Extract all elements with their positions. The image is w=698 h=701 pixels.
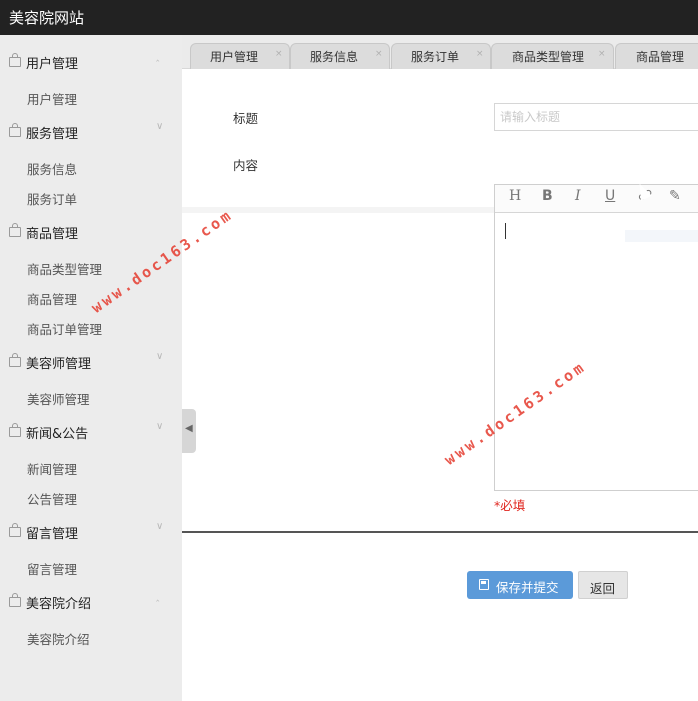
lock-icon bbox=[9, 523, 21, 537]
tab-goods[interactable]: 商品管理 bbox=[615, 43, 698, 69]
chevron-down-icon[interactable]: ∨ bbox=[156, 421, 163, 432]
sidebar-group-message[interactable]: 留言管理 ∨ bbox=[0, 519, 182, 549]
rich-text-editor[interactable]: H B I U ☍ ✎ bbox=[494, 184, 698, 491]
chevron-up-icon[interactable]: ‸ bbox=[156, 51, 159, 62]
sidebar-group-users[interactable]: 用户管理 ‸ bbox=[0, 49, 182, 79]
close-icon[interactable]: × bbox=[598, 49, 606, 59]
lock-icon bbox=[9, 353, 21, 367]
tab-label: 服务订单 bbox=[411, 50, 460, 64]
tab-label: 用户管理 bbox=[210, 50, 259, 64]
sidebar-group-about[interactable]: 美容院介绍 ‸ bbox=[0, 589, 182, 619]
chevron-up-icon[interactable]: ‸ bbox=[156, 591, 159, 602]
tab-goods-type[interactable]: 商品类型管理 × bbox=[491, 43, 614, 69]
top-bar: 美容院网站 bbox=[0, 0, 698, 35]
sidebar-group-label: 服务管理 bbox=[26, 127, 79, 142]
sidebar-group-label: 留言管理 bbox=[26, 527, 79, 542]
sidebar-group-service[interactable]: 服务管理 ∨ bbox=[0, 119, 182, 149]
required-hint: *必填 bbox=[494, 498, 526, 513]
text-caret bbox=[505, 223, 506, 239]
sidebar-item-user-manage[interactable]: 用户管理 bbox=[27, 89, 77, 108]
save-submit-button[interactable]: 保存并提交 bbox=[467, 571, 573, 599]
tab-label: 商品类型管理 bbox=[512, 50, 585, 64]
lock-icon bbox=[9, 423, 21, 437]
close-icon[interactable]: × bbox=[275, 49, 283, 59]
sidebar-group-label: 用户管理 bbox=[26, 57, 79, 72]
sidebar-item-goods-type[interactable]: 商品类型管理 bbox=[27, 259, 102, 278]
chevron-down-icon[interactable]: ∨ bbox=[156, 351, 163, 362]
back-button-label: 返回 bbox=[590, 581, 616, 596]
sidebar-item-goods-order[interactable]: 商品订单管理 bbox=[27, 319, 102, 338]
sidebar-item-beautician[interactable]: 美容师管理 bbox=[27, 389, 90, 408]
tab-label: 商品管理 bbox=[636, 50, 685, 64]
sidebar-group-goods[interactable]: 商品管理 bbox=[0, 219, 182, 249]
heading-icon[interactable]: H bbox=[509, 188, 521, 204]
chevron-down-icon[interactable]: ∨ bbox=[156, 121, 163, 132]
sidebar-item-service-info[interactable]: 服务信息 bbox=[27, 159, 77, 178]
sidebar-item-news[interactable]: 新闻管理 bbox=[27, 459, 77, 478]
back-button[interactable]: 返回 bbox=[578, 571, 628, 599]
sidebar-item-service-order[interactable]: 服务订单 bbox=[27, 189, 77, 208]
sidebar-group-beautician[interactable]: 美容师管理 ∨ bbox=[0, 349, 182, 379]
bold-icon[interactable]: B bbox=[542, 188, 553, 204]
sidebar-item-message[interactable]: 留言管理 bbox=[27, 559, 77, 578]
lock-icon bbox=[9, 123, 21, 137]
close-icon[interactable]: × bbox=[476, 49, 484, 59]
tab-service-info[interactable]: 服务信息 × bbox=[290, 43, 390, 69]
sidebar-group-label: 新闻&公告 bbox=[26, 427, 89, 442]
editor-toolbar: H B I U ☍ ✎ bbox=[495, 185, 698, 213]
sidebar-group-label: 美容院介绍 bbox=[26, 597, 92, 612]
lock-icon bbox=[9, 53, 21, 67]
sidebar-group-label: 美容师管理 bbox=[26, 357, 92, 372]
sidebar-item-goods[interactable]: 商品管理 bbox=[27, 289, 77, 308]
tab-service-order[interactable]: 服务订单 × bbox=[391, 43, 491, 69]
sidebar-group-news[interactable]: 新闻&公告 ∨ bbox=[0, 419, 182, 449]
sidebar-item-about[interactable]: 美容院介绍 bbox=[27, 629, 90, 648]
editor-highlight bbox=[625, 230, 698, 242]
tab-label: 服务信息 bbox=[310, 50, 359, 64]
title-label: 标题 bbox=[233, 111, 259, 126]
chevron-left-icon: ◀ bbox=[185, 423, 193, 434]
italic-icon[interactable]: I bbox=[575, 188, 581, 204]
content-label: 内容 bbox=[233, 158, 259, 173]
chevron-down-icon[interactable]: ∨ bbox=[156, 521, 163, 532]
close-icon[interactable]: × bbox=[375, 49, 383, 59]
save-icon bbox=[479, 579, 489, 590]
sidebar-group-label: 商品管理 bbox=[26, 227, 79, 242]
sidebar-collapse-toggle[interactable]: ◀ bbox=[182, 409, 196, 453]
title-input[interactable] bbox=[494, 103, 698, 131]
save-button-label: 保存并提交 bbox=[496, 580, 559, 595]
sidebar-item-notice[interactable]: 公告管理 bbox=[27, 489, 77, 508]
form-divider bbox=[182, 531, 698, 533]
sidebar: 用户管理 ‸ 用户管理 服务管理 ∨ 服务信息 服务订单 商品管理 商品类型管理… bbox=[0, 35, 182, 701]
lock-icon bbox=[9, 593, 21, 607]
lock-icon bbox=[9, 223, 21, 237]
pencil-icon[interactable]: ✎ bbox=[669, 188, 681, 204]
underline-icon[interactable]: U bbox=[605, 188, 615, 204]
app-title: 美容院网站 bbox=[9, 9, 85, 27]
tab-user-manage[interactable]: 用户管理 × bbox=[190, 43, 290, 69]
tab-bar: 用户管理 × 服务信息 × 服务订单 × 商品类型管理 × 商品管理 bbox=[182, 35, 698, 69]
